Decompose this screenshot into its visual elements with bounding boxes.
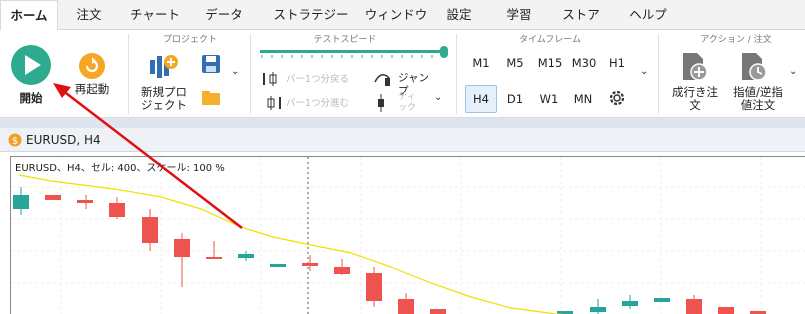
tick-label: ティ ック [397,92,416,113]
speed-slider-thumb[interactable] [440,46,448,58]
timeframe-m30[interactable]: M30 [568,52,600,74]
candle [398,299,414,314]
candle [238,254,254,258]
candle [13,195,29,209]
tab-settings[interactable]: 設定 [440,0,478,30]
moving-average-line [18,174,566,314]
separator [658,34,659,114]
timeframe-more-chevron-icon[interactable]: ⌄ [640,66,648,77]
speed-group-title: テストスピード [313,35,377,45]
tab-home[interactable]: ホーム [0,0,58,31]
tab-help[interactable]: ヘルプ [626,0,670,30]
limit-order-icon [742,53,767,81]
market-order-label: 成行き注 文 [672,85,718,112]
project-more-chevron-icon[interactable]: ⌄ [231,66,239,77]
back-one-bar-label: バー1つ分戻る [286,74,350,85]
timeframe-m5[interactable]: M5 [500,52,530,74]
timeframe-group-title: タイムフレーム [518,35,581,45]
timeframe-h4[interactable]: H4 [465,85,497,113]
separator [250,34,251,114]
tab-store[interactable]: ストア [560,0,602,30]
timeframe-w1[interactable]: W1 [534,88,564,110]
candle [718,307,734,314]
limit-order-button[interactable] [740,52,770,85]
start-button[interactable] [10,44,52,89]
candle [270,264,286,267]
new-project-label: 新規プロ ジェクト [141,85,187,112]
candle [334,267,350,274]
candle [302,263,318,266]
candle [654,298,670,302]
tab-data[interactable]: データ [196,0,252,30]
timeframe-mn[interactable]: MN [568,88,598,110]
chart-area[interactable]: EURUSD、H4、セル: 400、スケール: 100 % [10,156,805,314]
save-button[interactable] [201,54,221,77]
forward-one-bar-icon [267,96,281,110]
timeframe-h1[interactable]: H1 [603,52,631,74]
candle [590,307,606,312]
candle [686,299,702,314]
timeframe-m1[interactable]: M1 [466,52,496,74]
chart-info-label: EURUSD、H4、セル: 400、スケール: 100 % [15,159,225,174]
chart-canvas [11,157,805,314]
tick-button[interactable] [373,94,389,115]
restart-button[interactable] [78,52,106,83]
new-project-button[interactable] [149,52,179,85]
back-one-bar-button[interactable] [262,72,282,89]
action-group-title: アクション / 注文 [700,35,772,45]
market-order-icon [683,53,708,81]
candle [109,203,125,217]
timeframe-d1[interactable]: D1 [500,88,530,110]
back-one-bar-icon [263,72,277,86]
chart-window-header[interactable]: $ EURUSD, H4 [0,128,805,152]
open-folder-button[interactable] [201,88,221,109]
restart-label: 再起動 [74,82,110,96]
tick-icon [378,94,384,112]
ribbon: 開始 再起動 プロジェクト 新規プロ ジェクト ⌄ テストスピード バー1つ分戻… [0,30,805,118]
gear-icon [609,90,625,106]
candle [45,195,61,200]
separator [128,34,129,114]
tab-order[interactable]: 注文 [64,0,114,30]
play-icon [11,45,51,85]
candle [174,239,190,257]
tab-chart[interactable]: チャート [122,0,188,30]
candle [142,217,158,243]
timeframe-m15[interactable]: M15 [534,52,566,74]
tab-window[interactable]: ウィンドウ [356,0,436,30]
candle [77,200,93,203]
currency-icon: $ [8,133,22,147]
chart-tab-title: EURUSD, H4 [26,133,101,147]
separator [456,34,457,114]
speed-more-chevron-icon[interactable]: ⌄ [434,92,442,103]
save-icon [202,55,220,73]
workspace-strip [0,118,805,128]
action-more-chevron-icon[interactable]: ⌄ [789,66,797,77]
candle [366,273,382,301]
restart-icon [79,53,105,79]
timeframe-settings-button[interactable] [607,88,627,111]
folder-icon [202,91,220,105]
forward-one-bar-button[interactable] [262,96,282,113]
limit-order-label: 指値/逆指 値注文 [733,85,783,112]
menu-bar: ホーム 注文 チャート データ ストラテジー ウィンドウ 設定 学習 ストア ヘ… [0,0,805,31]
speed-slider-track [260,46,448,58]
forward-one-bar-label: バー1つ分進む [286,98,350,109]
tab-strategy[interactable]: ストラテジー [262,0,360,30]
candle [430,309,446,314]
speed-slider[interactable] [260,46,450,61]
market-order-button[interactable] [681,52,711,85]
candle [622,301,638,306]
start-label: 開始 [19,91,43,105]
svg-text:$: $ [12,136,18,147]
jump-button[interactable] [373,68,393,91]
new-project-icon [150,55,178,78]
jump-icon [374,74,390,86]
tab-learn[interactable]: 学習 [500,0,538,30]
candle [206,257,222,259]
project-group-title: プロジェクト [162,35,217,45]
